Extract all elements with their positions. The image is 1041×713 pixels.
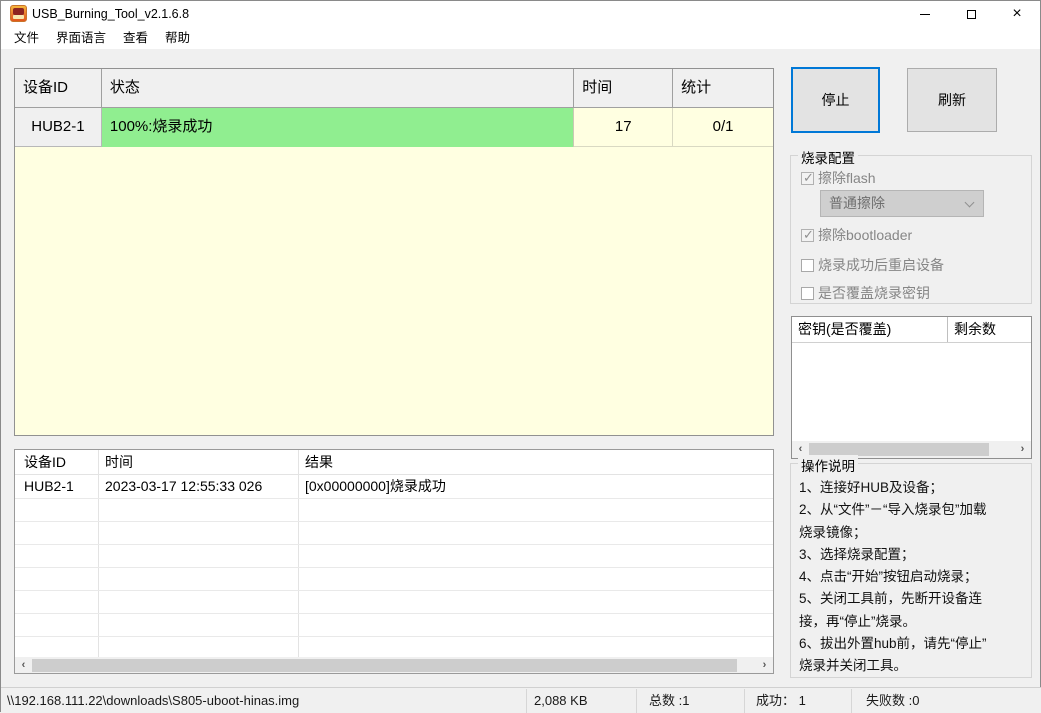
erase-flash-label: 擦除flash: [818, 170, 876, 186]
refresh-button[interactable]: 刷新: [907, 68, 997, 132]
log-grid-hline: [15, 590, 773, 591]
close-icon: ×: [1012, 5, 1022, 22]
burn-config-title: 烧录配置: [798, 147, 858, 167]
header-status: 状态: [102, 69, 575, 107]
menu-help[interactable]: 帮助: [160, 27, 195, 49]
window-title: USB_Burning_Tool_v2.1.6.8: [32, 7, 190, 21]
log-scroll-thumb[interactable]: [32, 658, 737, 672]
status-divider: [851, 689, 852, 713]
reboot-after-option[interactable]: 烧录成功后重启设备: [801, 255, 944, 275]
instruction-line: 2、从“文件”－“导入烧录包”加载: [799, 502, 987, 518]
log-grid-hline: [15, 544, 773, 545]
log-grid-hline: [15, 498, 773, 499]
log-hscrollbar[interactable]: ‹ ›: [15, 657, 773, 673]
log-grid-hline: [15, 521, 773, 522]
log-table: 设备ID 时间 结果 HUB2-1 2023-03-17 12:55:33 02…: [14, 449, 774, 674]
device-row[interactable]: HUB2-1 100%:烧录成功 17 0/1: [15, 108, 773, 147]
instruction-line: 4、点击“开始”按钮启动烧录；: [799, 569, 978, 585]
log-row-id: HUB2-1: [24, 478, 74, 494]
log-row[interactable]: HUB2-1 2023-03-17 12:55:33 026 [0x000000…: [15, 475, 773, 498]
status-divider: [636, 689, 637, 713]
header-key: 密钥(是否覆盖): [792, 317, 948, 342]
stop-button[interactable]: 停止: [791, 67, 880, 133]
app-icon: [10, 5, 27, 22]
device-status-table: 设备ID 状态 时间 统计 HUB2-1 100%:烧录成功 17 0/1: [14, 68, 774, 436]
key-table: 密钥(是否覆盖) 剩余数 ‹ ›: [791, 316, 1032, 459]
instruction-line: 烧录镜像；: [799, 524, 867, 540]
log-header-result: 结果: [305, 454, 333, 470]
maximize-button[interactable]: [948, 1, 994, 27]
erase-flash-checkbox[interactable]: [801, 170, 814, 186]
key-table-header: 密钥(是否覆盖) 剩余数: [792, 317, 1031, 343]
status-bar: \\192.168.111.22\downloads\S805-uboot-hi…: [1, 687, 1041, 713]
log-grid-hline: [15, 636, 773, 637]
erase-flash-option[interactable]: 擦除flash: [801, 168, 876, 188]
reboot-after-label: 烧录成功后重启设备: [818, 257, 944, 273]
instructions-title: 操作说明: [798, 455, 858, 475]
title-bar: USB_Burning_Tool_v2.1.6.8 ×: [1, 1, 1040, 27]
reboot-after-checkbox[interactable]: [801, 258, 814, 272]
minimize-icon: [920, 13, 930, 15]
header-device-id: 设备ID: [15, 69, 102, 107]
erase-mode-dropdown[interactable]: 普通擦除: [820, 190, 984, 217]
instruction-line: 1、连接好HUB及设备；: [799, 480, 944, 495]
header-stats: 统计: [681, 79, 712, 96]
log-header-id: 设备ID: [24, 454, 66, 470]
close-button[interactable]: ×: [994, 1, 1040, 27]
erase-bootloader-option[interactable]: 擦除bootloader: [801, 225, 912, 245]
image-path: \\192.168.111.22\downloads\S805-uboot-hi…: [7, 693, 300, 708]
device-row-status: 100%:烧录成功: [101, 108, 575, 147]
device-row-time: 17: [574, 108, 674, 147]
chevron-down-icon: [964, 197, 975, 208]
instruction-line: 接，再“停止”烧录。: [799, 613, 916, 629]
app-window: USB_Burning_Tool_v2.1.6.8 × 文件 界面语言 查看 帮…: [0, 0, 1041, 713]
log-grid-hline: [15, 567, 773, 568]
log-header-time: 时间: [105, 454, 133, 470]
log-row-time: 2023-03-17 12:55:33 026: [105, 478, 263, 494]
log-grid-hline: [15, 613, 773, 614]
instructions-group: 操作说明 1、连接好HUB及设备； 2、从“文件”－“导入烧录包”加载 烧录镜像…: [790, 455, 1032, 678]
menu-view[interactable]: 查看: [118, 27, 153, 49]
status-divider: [526, 689, 527, 713]
log-row-result: [0x00000000]烧录成功: [305, 478, 446, 494]
app-icon-inner: [13, 8, 24, 15]
status-divider: [744, 689, 745, 713]
overwrite-key-label: 是否覆盖烧录密钥: [818, 285, 930, 301]
overwrite-key-checkbox[interactable]: [801, 286, 814, 300]
instruction-line: 3、选择烧录配置；: [799, 546, 915, 562]
scroll-right-icon[interactable]: ›: [756, 657, 773, 674]
maximize-icon: [966, 9, 976, 19]
instruction-line: 6、拔出外置hub前，请先“停止”: [799, 636, 987, 652]
device-row-stats: 0/1: [673, 108, 773, 147]
scroll-right-icon[interactable]: ›: [1014, 441, 1031, 458]
success-count: 成功： 1: [756, 693, 806, 708]
instruction-line: 5、关闭工具前，先断开设备连: [799, 591, 983, 607]
scroll-left-icon[interactable]: ‹: [15, 657, 32, 674]
erase-mode-value: 普通擦除: [829, 195, 885, 211]
burn-config-group: 烧录配置 擦除flash 普通擦除 擦除bootloader 烧录成功后重启设备…: [790, 147, 1032, 304]
log-table-header: 设备ID 时间 结果: [15, 450, 773, 475]
menu-file[interactable]: 文件: [9, 27, 44, 49]
overwrite-key-option[interactable]: 是否覆盖烧录密钥: [801, 283, 930, 303]
minimize-button[interactable]: [902, 1, 948, 27]
menu-bar: 文件 界面语言 查看 帮助: [1, 27, 1040, 49]
device-table-header: 设备ID 状态 时间 统计: [15, 69, 773, 108]
fail-count: 失败数 :0: [866, 693, 920, 708]
total-count: 总数 :1: [649, 693, 690, 708]
device-row-id: HUB2-1: [15, 108, 102, 147]
header-time: 时间: [574, 69, 674, 107]
instructions-text: 1、连接好HUB及设备； 2、从“文件”－“导入烧录包”加载 烧录镜像； 3、选…: [799, 477, 1027, 678]
app-icon-strip: [13, 15, 24, 19]
menu-language[interactable]: 界面语言: [51, 27, 111, 49]
instruction-line: 烧录并关闭工具。: [799, 658, 907, 674]
erase-bootloader-label: 擦除bootloader: [818, 227, 913, 243]
header-remaining: 剩余数: [954, 321, 996, 337]
erase-bootloader-checkbox[interactable]: [801, 227, 814, 243]
image-size: 2,088 KB: [534, 693, 588, 708]
